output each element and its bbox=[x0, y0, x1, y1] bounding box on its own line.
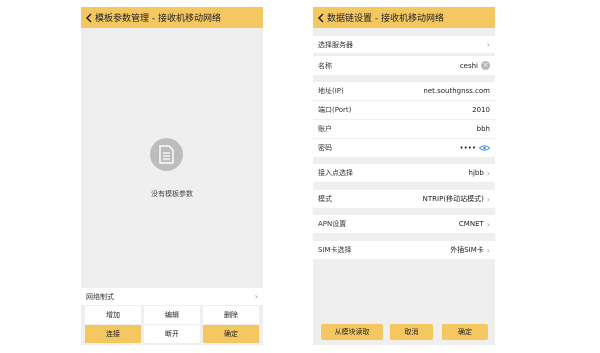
back-arrow-icon[interactable] bbox=[317, 12, 325, 23]
template-list-area: 没有模板参数 bbox=[81, 28, 263, 290]
network-type-label: 网络制式 bbox=[86, 292, 114, 301]
clear-icon[interactable]: × bbox=[481, 61, 490, 70]
eye-icon[interactable] bbox=[479, 145, 490, 151]
sim-row[interactable]: SIM卡选择 外插SIM卡 › bbox=[313, 241, 495, 259]
empty-state-icon bbox=[150, 138, 183, 171]
chevron-right-icon: › bbox=[254, 292, 258, 301]
address-row[interactable]: 地址(IP) net.southgnss.com bbox=[313, 82, 495, 100]
server-select-row[interactable]: 选择服务器 › bbox=[313, 36, 495, 53]
mountpoint-row[interactable]: 接入点选择 hjbb › bbox=[313, 164, 495, 182]
document-icon bbox=[159, 145, 174, 164]
apn-row[interactable]: APN设置 CMNET › bbox=[313, 215, 495, 233]
sim-label: SIM卡选择 bbox=[318, 246, 352, 254]
port-row[interactable]: 端口(Port) 2010 bbox=[313, 101, 495, 119]
page-title: 模板参数管理 - 接收机移动网络 bbox=[95, 14, 221, 24]
name-value: ceshi bbox=[459, 61, 478, 70]
chevron-right-icon: › bbox=[486, 168, 490, 178]
password-value: •••• bbox=[459, 144, 476, 152]
read-from-module-button[interactable]: 从模块读取 bbox=[321, 324, 383, 340]
address-value: net.southgnss.com bbox=[423, 87, 490, 95]
chevron-right-icon: › bbox=[486, 245, 490, 255]
edit-button[interactable]: 编辑 bbox=[144, 306, 200, 324]
back-arrow-icon[interactable] bbox=[85, 12, 93, 23]
chevron-right-icon: › bbox=[486, 194, 490, 204]
datalink-settings-screen: 数据链设置 - 接收机移动网络 选择服务器 › 名称 ceshi × 地址(IP… bbox=[313, 7, 495, 345]
cancel-button[interactable]: 取消 bbox=[390, 324, 433, 340]
mode-row[interactable]: 模式 NTRIP(移动站模式) › bbox=[313, 190, 495, 208]
confirm-button[interactable]: 确定 bbox=[442, 324, 488, 340]
template-params-screen: 模板参数管理 - 接收机移动网络 没有模板参数 网络制式 › 增加 编辑 删除 … bbox=[81, 7, 263, 345]
port-label: 端口(Port) bbox=[318, 106, 352, 114]
address-label: 地址(IP) bbox=[318, 87, 344, 95]
header-bar: 数据链设置 - 接收机移动网络 bbox=[313, 7, 495, 28]
network-type-row[interactable]: 网络制式 › bbox=[81, 288, 263, 305]
header-bar: 模板参数管理 - 接收机移动网络 bbox=[81, 7, 263, 28]
mountpoint-label: 接入点选择 bbox=[318, 169, 353, 177]
apn-value: CMNET bbox=[458, 220, 484, 228]
account-row[interactable]: 账户 bbh bbox=[313, 120, 495, 138]
sim-value: 外插SIM卡 bbox=[450, 246, 484, 254]
account-label: 账户 bbox=[318, 125, 332, 133]
disconnect-button[interactable]: 断开 bbox=[144, 325, 200, 343]
server-label: 选择服务器 bbox=[318, 40, 353, 49]
mode-label: 模式 bbox=[318, 195, 332, 203]
name-row[interactable]: 名称 ceshi × bbox=[313, 56, 495, 75]
port-value: 2010 bbox=[472, 106, 490, 114]
mountpoint-value: hjbb bbox=[468, 169, 484, 177]
connect-button[interactable]: 连接 bbox=[85, 325, 141, 343]
account-value: bbh bbox=[476, 125, 490, 133]
password-label: 密码 bbox=[318, 144, 332, 152]
apn-label: APN设置 bbox=[318, 220, 347, 228]
chevron-right-icon: › bbox=[486, 40, 490, 49]
mode-value: NTRIP(移动站模式) bbox=[422, 195, 484, 203]
page-title: 数据链设置 - 接收机移动网络 bbox=[327, 14, 444, 24]
delete-button[interactable]: 删除 bbox=[203, 306, 259, 324]
empty-state-text: 没有模板参数 bbox=[151, 190, 193, 198]
name-label: 名称 bbox=[318, 61, 332, 70]
chevron-right-icon: › bbox=[486, 219, 490, 229]
add-button[interactable]: 增加 bbox=[85, 306, 141, 324]
password-row[interactable]: 密码 •••• bbox=[313, 139, 495, 157]
confirm-button[interactable]: 确定 bbox=[203, 325, 259, 343]
